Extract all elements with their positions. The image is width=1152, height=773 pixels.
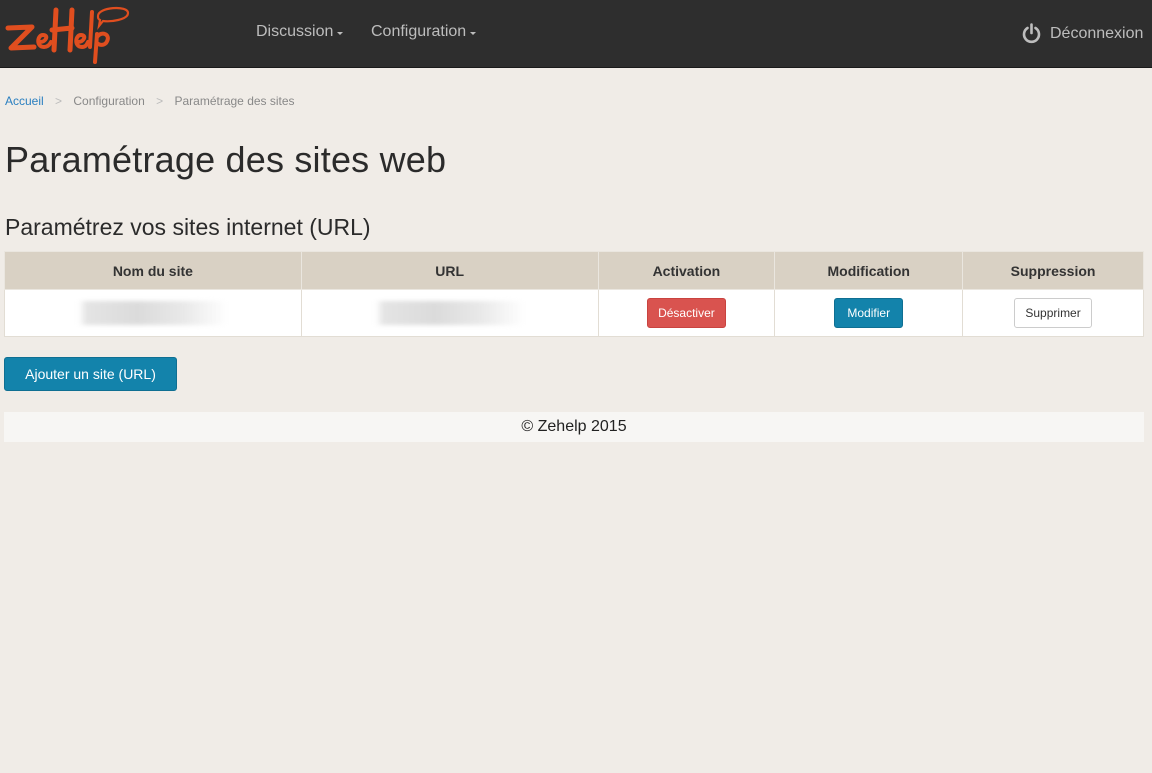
page-title: Paramétrage des sites web <box>5 139 447 180</box>
breadcrumb-configuration: Configuration <box>73 94 145 108</box>
redacted-site-url <box>374 301 525 325</box>
caret-down-icon <box>337 31 344 35</box>
nav-configuration-dropdown[interactable]: Configuration <box>371 23 477 41</box>
table-row: Désactiver Modifier Supprimer <box>4 289 1144 337</box>
zehelp-logo[interactable] <box>2 2 130 64</box>
logout-label: Déconnexion <box>1050 24 1144 42</box>
breadcrumb-home-link[interactable]: Accueil <box>5 94 44 108</box>
footer-copyright: © Zehelp 2015 <box>521 418 627 435</box>
add-site-button[interactable]: Ajouter un site (URL) <box>4 357 177 391</box>
column-header-site-name: Nom du site <box>4 251 302 290</box>
column-header-activation: Activation <box>597 251 776 290</box>
breadcrumb-separator: > <box>55 94 63 108</box>
nav-discussion-label: Discussion <box>256 23 334 40</box>
breadcrumb-separator: > <box>156 94 164 108</box>
delete-button[interactable]: Supprimer <box>1014 298 1093 328</box>
activation-cell: Désactiver <box>597 289 776 337</box>
section-title: Paramétrez vos sites internet (URL) <box>5 214 371 240</box>
breadcrumb-current: Paramétrage des sites <box>174 94 295 108</box>
power-icon <box>1022 23 1041 44</box>
suppression-cell: Supprimer <box>962 289 1144 337</box>
top-navbar: Discussion Configuration Déconnexion <box>0 0 1152 68</box>
table-header-row: Nom du site URL Activation Modification … <box>4 251 1144 290</box>
logout-button[interactable]: Déconnexion <box>1021 23 1143 44</box>
column-header-url: URL <box>300 251 599 290</box>
modification-cell: Modifier <box>774 289 964 337</box>
nav-configuration-label: Configuration <box>371 23 467 40</box>
sites-table: Nom du site URL Activation Modification … <box>4 251 1144 337</box>
column-header-modification: Modification <box>774 251 964 290</box>
site-name-cell <box>4 289 302 337</box>
nav-discussion-dropdown[interactable]: Discussion <box>256 23 344 41</box>
redacted-site-name <box>77 301 228 325</box>
caret-down-icon <box>470 31 477 35</box>
footer: © Zehelp 2015 <box>4 412 1144 442</box>
site-url-cell <box>300 289 599 337</box>
breadcrumb: Accueil > Configuration > Paramétrage de… <box>5 94 295 108</box>
modify-button[interactable]: Modifier <box>834 298 904 328</box>
deactivate-button[interactable]: Désactiver <box>646 298 726 328</box>
column-header-suppression: Suppression <box>962 251 1144 290</box>
